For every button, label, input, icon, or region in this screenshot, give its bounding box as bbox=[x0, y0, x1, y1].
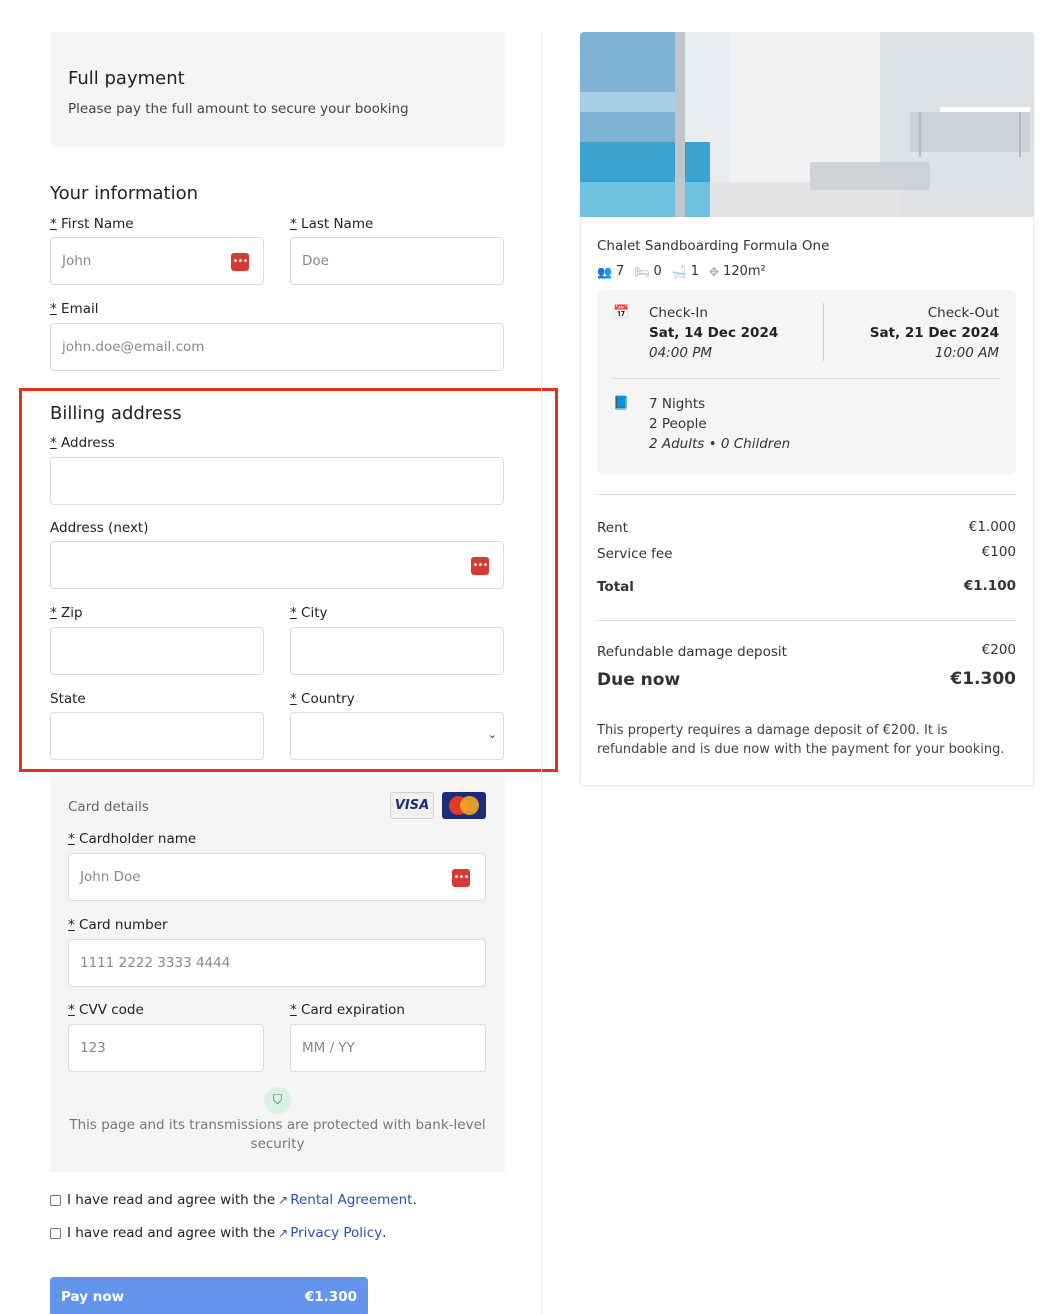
external-link-icon: ↗ bbox=[278, 1226, 289, 1240]
stay-divider bbox=[613, 378, 999, 379]
privacy-policy-checkbox[interactable] bbox=[50, 1227, 61, 1239]
security-note: This page and its transmissions are prot… bbox=[69, 1117, 486, 1152]
email-label: * Email bbox=[50, 301, 99, 317]
guest-breakdown: 2 Adults • 0 Children bbox=[649, 436, 791, 452]
address-next-label: Address (next) bbox=[50, 520, 149, 536]
address-next-field[interactable]: ••• bbox=[50, 541, 504, 589]
card-expiration-field[interactable]: MM / YY bbox=[290, 1024, 486, 1072]
password-manager-icon[interactable]: ••• bbox=[471, 557, 489, 575]
pay-now-amount: €1.300 bbox=[304, 1289, 357, 1305]
service-fee-label: Service fee bbox=[597, 546, 673, 562]
visa-logo-icon: VISA bbox=[390, 792, 434, 819]
due-now-value: €1.300 bbox=[950, 669, 1016, 689]
your-information-title: Your information bbox=[50, 183, 199, 204]
property-photo bbox=[580, 32, 1034, 217]
nights-count: 7 Nights bbox=[649, 396, 706, 412]
service-fee-value: €100 bbox=[981, 544, 1016, 560]
privacy-policy-row: I have read and agree with the ↗ Privacy… bbox=[50, 1225, 387, 1241]
pay-now-label: Pay now bbox=[61, 1289, 125, 1305]
checkout-time: 10:00 AM bbox=[934, 345, 999, 361]
cvv-label: * CVV code bbox=[68, 1002, 144, 1018]
total-label: Total bbox=[597, 579, 634, 595]
country-select[interactable]: ⌄ bbox=[290, 712, 504, 760]
price-divider-top bbox=[597, 494, 1016, 495]
column-divider bbox=[541, 32, 542, 1314]
card-number-field[interactable]: 1111 2222 3333 4444 bbox=[68, 939, 486, 987]
card-details-title: Card details bbox=[68, 799, 149, 815]
mastercard-logo-icon bbox=[442, 792, 486, 819]
email-field[interactable]: john.doe@email.com bbox=[50, 323, 504, 371]
pay-now-button[interactable]: Pay now €1.300 bbox=[50, 1277, 368, 1314]
rental-agreement-checkbox[interactable] bbox=[50, 1194, 61, 1206]
privacy-policy-link[interactable]: Privacy Policy bbox=[290, 1225, 382, 1241]
country-label: * Country bbox=[290, 691, 355, 707]
shield-icon: ⛉ bbox=[264, 1087, 291, 1114]
address-label: * Address bbox=[50, 435, 115, 451]
deposit-value: €200 bbox=[981, 642, 1016, 658]
last-name-field[interactable]: Doe bbox=[290, 237, 504, 285]
zip-field[interactable] bbox=[50, 627, 264, 675]
deposit-note: This property requires a damage deposit … bbox=[597, 723, 1005, 757]
bed-icon: 🛏 bbox=[634, 264, 650, 279]
area-icon: ✥ bbox=[708, 264, 720, 279]
total-value: €1.100 bbox=[963, 578, 1016, 594]
deposit-label: Refundable damage deposit bbox=[597, 644, 787, 660]
zip-label: * Zip bbox=[50, 605, 83, 621]
rent-label: Rent bbox=[597, 520, 628, 536]
due-now-label: Due now bbox=[597, 670, 681, 690]
city-field[interactable] bbox=[290, 627, 504, 675]
book-icon: 📘 bbox=[613, 396, 630, 411]
payment-option-box bbox=[50, 32, 505, 147]
property-amenities: 👥 7 🛏 0 🛁 1 ✥ 120m² bbox=[597, 264, 766, 279]
people-count: 2 People bbox=[649, 416, 707, 432]
checkout-date: Sat, 21 Dec 2024 bbox=[869, 325, 999, 341]
card-number-label: * Card number bbox=[68, 917, 168, 933]
state-field[interactable] bbox=[50, 712, 264, 760]
cardholder-field[interactable]: John Doe ••• bbox=[68, 853, 486, 901]
payment-title: Full payment bbox=[68, 68, 185, 89]
checkin-date: Sat, 14 Dec 2024 bbox=[649, 325, 779, 341]
state-label: State bbox=[50, 691, 86, 707]
checkin-divider bbox=[823, 303, 824, 361]
chevron-down-icon: ⌄ bbox=[487, 728, 497, 741]
property-name: Chalet Sandboarding Formula One bbox=[597, 238, 830, 254]
city-label: * City bbox=[290, 605, 328, 621]
cvv-field[interactable]: 123 bbox=[68, 1024, 264, 1072]
last-name-label: * Last Name bbox=[290, 216, 374, 232]
checkin-time: 04:00 PM bbox=[649, 345, 712, 361]
address-field[interactable] bbox=[50, 457, 504, 505]
payment-subtitle: Please pay the full amount to secure you… bbox=[68, 101, 409, 117]
cardholder-label: * Cardholder name bbox=[68, 831, 197, 847]
billing-address-title: Billing address bbox=[50, 403, 182, 424]
checkout-label: Check-Out bbox=[927, 305, 999, 321]
password-manager-icon[interactable]: ••• bbox=[231, 253, 249, 271]
rental-agreement-link[interactable]: Rental Agreement bbox=[290, 1192, 412, 1208]
external-link-icon: ↗ bbox=[278, 1193, 289, 1207]
first-name-label: * First Name bbox=[50, 216, 134, 232]
first-name-field[interactable]: John ••• bbox=[50, 237, 264, 285]
rental-agreement-row: I have read and agree with the ↗ Rental … bbox=[50, 1192, 417, 1208]
rent-value: €1.000 bbox=[968, 519, 1016, 535]
checkin-label: Check-In bbox=[649, 305, 708, 321]
card-expiration-label: * Card expiration bbox=[290, 1002, 405, 1018]
people-icon: 👥 bbox=[597, 264, 612, 279]
bath-icon: 🛁 bbox=[671, 264, 687, 279]
price-divider-bottom bbox=[597, 620, 1016, 621]
password-manager-icon[interactable]: ••• bbox=[452, 869, 470, 887]
calendar-icon: 📅 bbox=[613, 305, 630, 320]
